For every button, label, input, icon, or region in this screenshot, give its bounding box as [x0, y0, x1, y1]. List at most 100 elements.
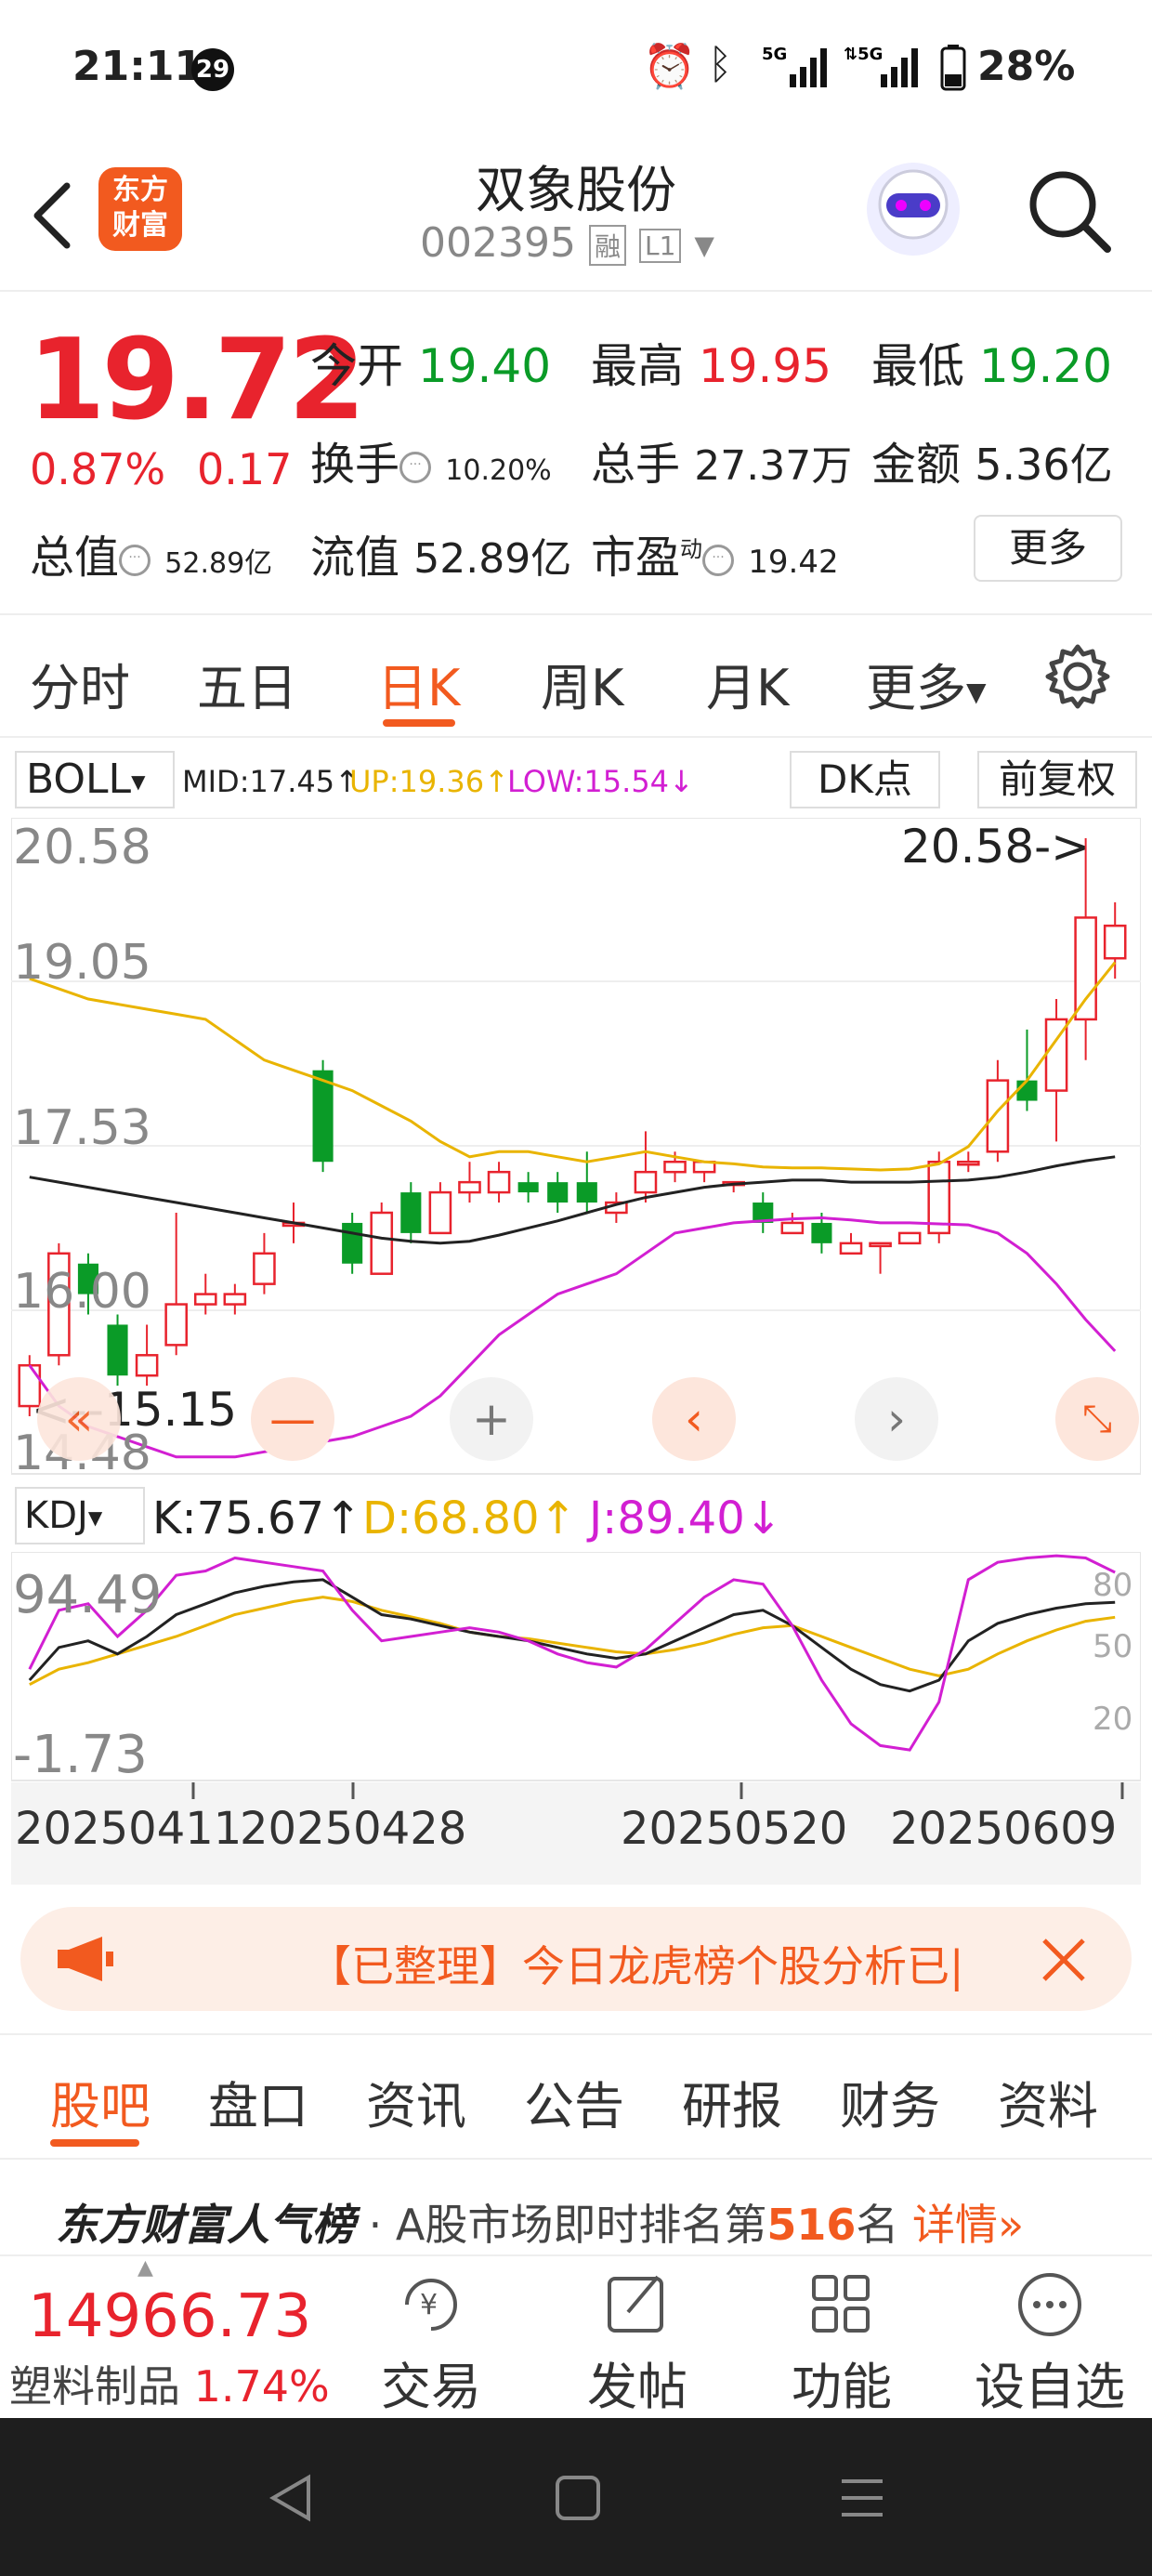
- zoom-out-icon[interactable]: —: [251, 1377, 334, 1461]
- kdj-50-label: 50: [1093, 1628, 1133, 1665]
- search-icon[interactable]: [1026, 167, 1115, 256]
- trade-button[interactable]: ¥ 交易: [375, 2267, 487, 2419]
- y-label-2: 19.05: [13, 935, 151, 991]
- tab-research[interactable]: 研报: [682, 2065, 782, 2138]
- adjust-button[interactable]: 前复权: [977, 751, 1137, 808]
- tab-finance[interactable]: 财务: [840, 2065, 940, 2138]
- nav-menu-icon[interactable]: [836, 2472, 888, 2524]
- low-price: 最低 19.20: [871, 339, 1113, 393]
- bluetooth-icon: ᛒ: [708, 41, 733, 88]
- fullscreen-icon[interactable]: ⤡: [1055, 1377, 1139, 1461]
- tab-profile[interactable]: 资料: [998, 2065, 1098, 2138]
- candle: [135, 1324, 159, 1387]
- notification-badge: 29: [191, 48, 234, 91]
- kdj-d: D:68.80↑: [362, 1492, 577, 1544]
- tab-announcements[interactable]: 公告: [524, 2065, 624, 2138]
- dk-point-button[interactable]: DK点: [790, 751, 940, 808]
- index-value[interactable]: 14966.73: [28, 2282, 311, 2351]
- system-nav-bar: [0, 2418, 1152, 2576]
- close-icon[interactable]: [1039, 1935, 1089, 1985]
- kdj-20-label: 20: [1093, 1701, 1133, 1738]
- candle: [547, 1172, 569, 1213]
- trade-amount: 金额 5.36亿: [871, 439, 1113, 491]
- edit-icon: [608, 2275, 663, 2333]
- market-cap: 总值 ··· 52.89亿: [30, 532, 273, 584]
- y-label-3: 17.53: [13, 1100, 151, 1156]
- kdj-d-line: [29, 1596, 1116, 1687]
- change-percent: 0.87%: [30, 444, 166, 494]
- boll-mid-line: [29, 1155, 1116, 1245]
- tab-orderbook[interactable]: 盘口: [208, 2065, 308, 2138]
- active-tab-indicator: [383, 719, 455, 727]
- candle: [193, 1273, 217, 1315]
- period-tabs: 分时 五日 日K 周K 月K 更多▼: [0, 615, 1152, 736]
- kdj-bar: KDJ▼ K:75.67↑ D:68.80↑ J:89.40↓: [0, 1483, 1152, 1548]
- boll-upper-line: [29, 961, 1117, 1172]
- kdj-80-label: 80: [1093, 1567, 1133, 1604]
- nav-back-icon[interactable]: [266, 2472, 318, 2524]
- kdj-chart[interactable]: [11, 1552, 1141, 1784]
- indicator-select[interactable]: BOLL▼: [15, 751, 175, 808]
- alarm-icon: ⏰: [643, 41, 697, 91]
- kdj-top-label: 94.49: [13, 1565, 163, 1625]
- functions-button[interactable]: 功能: [786, 2267, 897, 2419]
- tab-intraday[interactable]: 分时: [30, 647, 130, 720]
- svg-text:¥: ¥: [420, 2289, 438, 2321]
- max-price-marker: 20.58->: [901, 820, 1091, 874]
- trade-icon: ¥: [405, 2279, 457, 2331]
- caret-up-icon: ▲: [137, 2256, 153, 2280]
- boll-low: LOW:15.54↓: [507, 764, 694, 799]
- signal-icon-2: ⇅5G: [844, 45, 918, 87]
- date-label-3: 20250520: [621, 1803, 848, 1855]
- nav-home-icon[interactable]: [552, 2472, 604, 2524]
- chevron-down-icon: ▼: [694, 230, 714, 261]
- megaphone-icon: [58, 1937, 113, 1981]
- candle: [458, 1162, 481, 1203]
- settings-gear-icon[interactable]: [1044, 643, 1111, 710]
- margin-tag: 融: [588, 225, 626, 266]
- grid-icon: [812, 2275, 870, 2333]
- more-button[interactable]: 更多: [974, 515, 1122, 582]
- scroll-left-fast-icon[interactable]: «: [37, 1377, 121, 1461]
- open-price: 今开 19.40: [310, 339, 552, 393]
- y-label-4: 16.00: [13, 1264, 151, 1320]
- scroll-right-icon[interactable]: ›: [855, 1377, 938, 1461]
- header: 东方 财富 双象股份 002395 融 L1 ▼: [0, 139, 1152, 288]
- tab-five-day[interactable]: 五日: [197, 647, 297, 720]
- section-tab-indicator: [50, 2139, 139, 2147]
- candle: [897, 1231, 922, 1245]
- add-watchlist-button[interactable]: 设自选: [966, 2267, 1133, 2419]
- candle: [428, 1182, 452, 1235]
- date-label-2: 20250428: [240, 1803, 467, 1855]
- banner-text: 【已整理】今日龙虎榜个股分析已|: [308, 1941, 964, 1991]
- kdj-bottom-label: -1.73: [13, 1725, 148, 1785]
- signal-icon: 5G: [762, 45, 827, 87]
- tab-weekly-k[interactable]: 周K: [541, 647, 623, 720]
- battery-percent: 28%: [977, 43, 1076, 90]
- sector-info[interactable]: 塑料制品 1.74%: [9, 2353, 330, 2414]
- kdj-select[interactable]: KDJ▼: [15, 1487, 145, 1544]
- tab-news[interactable]: 资讯: [366, 2065, 466, 2138]
- tab-forum[interactable]: 股吧: [50, 2065, 151, 2138]
- indicator-bar: BOLL▼ MID:17.45↑ UP:19.36↑ LOW:15.54↓ DK…: [0, 743, 1152, 814]
- post-button[interactable]: 发帖: [582, 2267, 693, 2419]
- status-bar: 21:11 29 ⏰ ᛒ 5G ⇅5G 28%: [0, 0, 1152, 139]
- candle: [957, 1151, 980, 1173]
- scroll-left-icon[interactable]: ‹: [652, 1377, 736, 1461]
- high-price: 最高 19.95: [591, 339, 832, 393]
- candlestick-chart[interactable]: [11, 818, 1141, 1478]
- robot-assistant-icon[interactable]: [862, 158, 964, 260]
- float-cap: 流值 52.89亿: [310, 532, 572, 584]
- kdj-k-line: [28, 1578, 1116, 1693]
- double-chevron-right-icon: »: [998, 2200, 1025, 2250]
- tab-daily-k[interactable]: 日K: [377, 647, 460, 720]
- tab-more[interactable]: 更多▼: [866, 647, 987, 720]
- candle: [692, 1160, 716, 1183]
- candle: [107, 1314, 128, 1387]
- date-label-1: 20250411: [15, 1803, 242, 1855]
- zoom-in-icon[interactable]: +: [450, 1377, 533, 1461]
- date-axis: 20250411 20250428 20250520 20250609: [11, 1782, 1141, 1885]
- tab-monthly-k[interactable]: 月K: [706, 647, 789, 720]
- news-banner[interactable]: 【已整理】今日龙虎榜个股分析已|: [20, 1907, 1132, 2011]
- candle: [487, 1162, 511, 1203]
